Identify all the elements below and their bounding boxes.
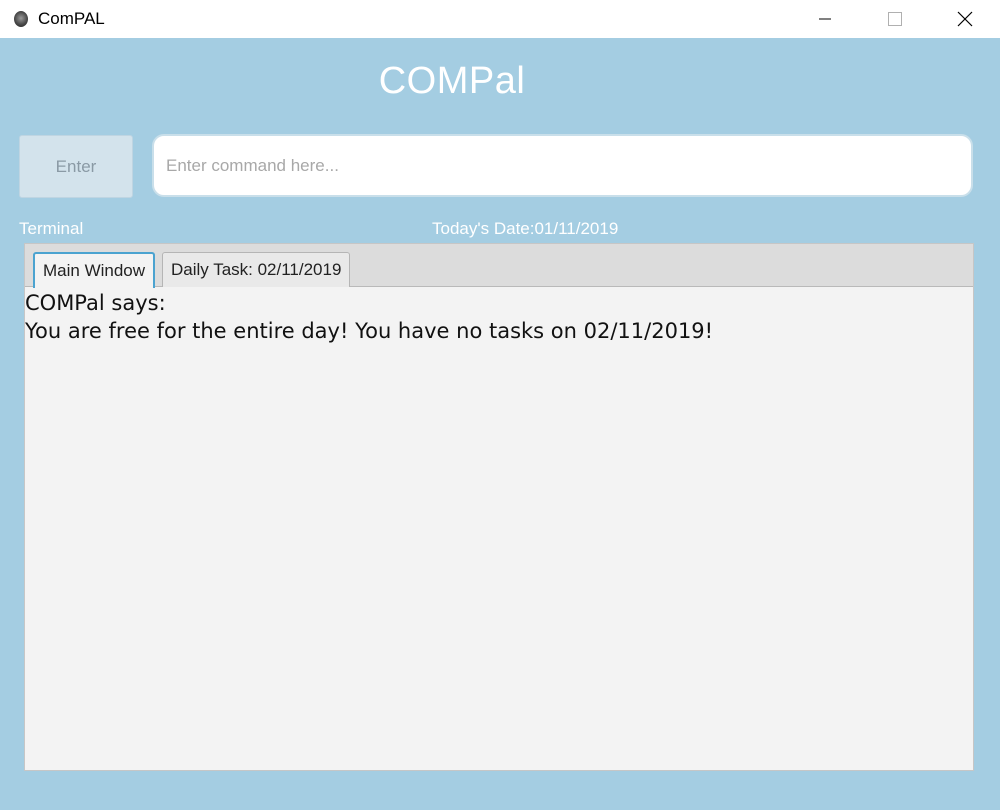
terminal-output: COMPal says: You are free for the entire … <box>25 289 973 345</box>
tab-daily-task[interactable]: Daily Task: 02/11/2019 <box>162 252 351 287</box>
command-input[interactable] <box>152 134 973 197</box>
todays-date-label: Today's Date:01/11/2019 <box>432 219 619 238</box>
tab-pane: Main Window Daily Task: 02/11/2019 COMPa… <box>24 243 974 771</box>
enter-button[interactable]: Enter <box>19 135 133 198</box>
close-button[interactable] <box>930 0 1000 38</box>
window-title: ComPAL <box>38 9 105 28</box>
tab-main-window[interactable]: Main Window <box>33 252 156 288</box>
app-icon <box>14 11 28 27</box>
output-line: COMPal says: <box>25 291 166 315</box>
window-controls <box>790 0 1000 38</box>
output-line: You are free for the entire day! You hav… <box>25 319 714 343</box>
app-window: ComPAL COMPal Enter Terminal Toda <box>0 0 1000 810</box>
terminal-label: Terminal <box>19 219 84 238</box>
maximize-icon <box>888 12 902 26</box>
tab-header: Main Window Daily Task: 02/11/2019 <box>25 244 973 288</box>
maximize-button[interactable] <box>860 0 930 38</box>
minimize-icon <box>819 18 831 20</box>
app-heading: COMPal <box>378 60 526 102</box>
minimize-button[interactable] <box>790 0 860 38</box>
title-bar[interactable]: ComPAL <box>0 0 1000 38</box>
close-icon <box>957 11 973 27</box>
